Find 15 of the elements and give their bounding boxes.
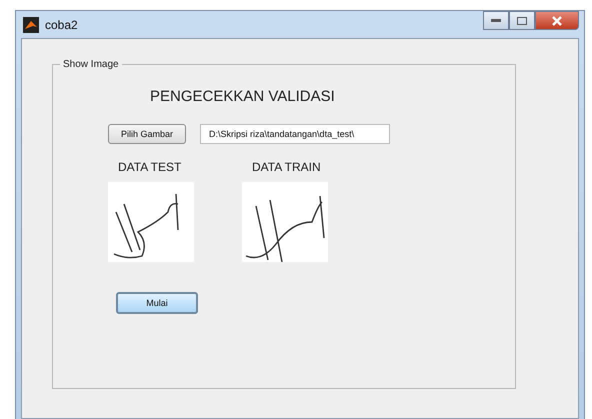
close-button[interactable] — [535, 11, 579, 30]
minimize-icon — [491, 18, 501, 22]
heading: PENGECEKKAN VALIDASI — [150, 88, 336, 105]
image-label: DATA TRAIN — [252, 160, 321, 174]
path-field[interactable]: D:\Skripsi riza\tandatangan\dta_test\ — [200, 124, 390, 144]
close-icon — [551, 16, 563, 26]
browse-button[interactable]: Pilih Gambar — [108, 124, 186, 144]
minimize-button[interactable] — [483, 11, 509, 30]
app-icon — [23, 16, 39, 32]
maximize-icon — [517, 16, 527, 24]
window-title: coba2 — [45, 18, 78, 32]
image-label: DATA TEST — [118, 160, 182, 174]
panel-title: Show Image — [62, 59, 120, 70]
maximize-button[interactable] — [509, 11, 535, 30]
start-button[interactable]: Mulai — [116, 292, 198, 314]
